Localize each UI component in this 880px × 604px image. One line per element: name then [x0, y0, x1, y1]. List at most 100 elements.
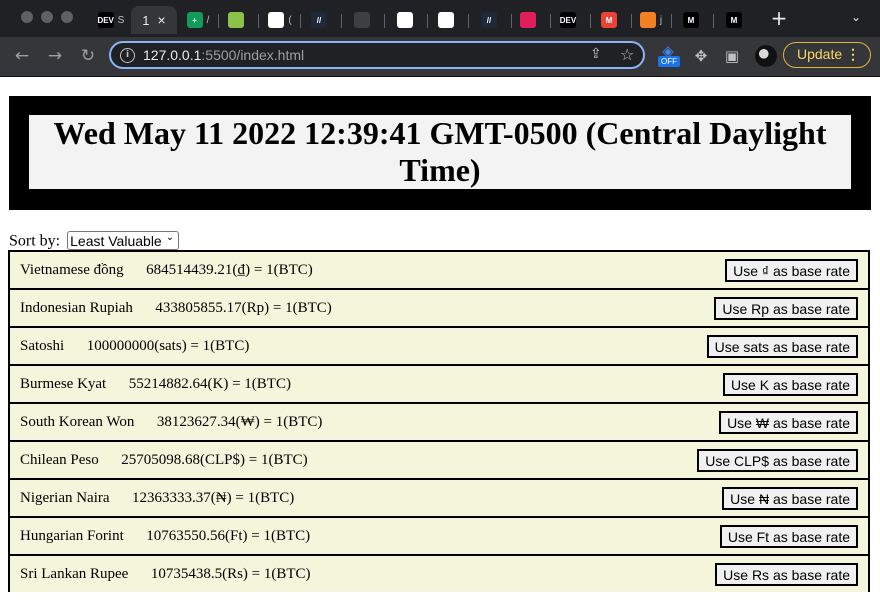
page-content: Wed May 11 2022 12:39:41 GMT-0500 (Centr… [0, 77, 880, 604]
browser-tab[interactable]: M [718, 6, 754, 34]
browser-tab[interactable]: M [593, 6, 629, 34]
tab-label: ( [288, 14, 292, 26]
rate-text: Nigerian Naira 12363333.37(₦) = 1(BTC) [20, 490, 295, 506]
tab-favicon-icon [520, 12, 536, 28]
back-button[interactable]: ← [11, 45, 33, 67]
sort-label: Sort by: [9, 232, 61, 250]
use-base-rate-button[interactable]: Use K as base rate [722, 373, 858, 396]
currency-name: Sri Lankan Rupee [20, 566, 129, 582]
browser-tab[interactable] [220, 6, 256, 34]
tab-label: / [206, 14, 210, 26]
tab-active[interactable]: 1 × [131, 6, 177, 34]
currency-symbol: ₩ [240, 414, 255, 430]
reload-button[interactable]: ↻ [77, 45, 99, 67]
browser-tab[interactable]: ( [262, 6, 298, 34]
currency-symbol: K [212, 376, 224, 392]
rate-text: Indonesian Rupiah 433805855.17(Rp) = 1(B… [20, 300, 332, 316]
tab-separator [258, 14, 259, 28]
btc-base: 1(BTC) [275, 414, 323, 430]
browser-tab[interactable]: j [633, 6, 669, 34]
tab-label: 1 [142, 12, 150, 28]
tab-favicon-icon: + [186, 12, 203, 28]
site-info-icon[interactable]: i [120, 48, 135, 63]
tab-separator [468, 14, 469, 28]
window-close-button[interactable] [21, 11, 33, 23]
tab-favicon-icon [228, 12, 244, 28]
tab-separator [590, 14, 591, 28]
update-button[interactable]: Update ⋮ [783, 42, 871, 68]
tab-favicon-icon: DEV [97, 12, 114, 28]
browser-tab[interactable] [512, 6, 548, 34]
btc-base: 1(BTC) [202, 338, 250, 354]
use-base-rate-button[interactable]: Use ₦ as base rate [722, 487, 858, 510]
bookmark-star-icon[interactable]: ☆ [620, 45, 634, 64]
rate-text: Satoshi 100000000(sats) = 1(BTC) [20, 338, 250, 354]
rate-amount: 12363333.37 [132, 490, 211, 506]
rate-text: South Korean Won 38123627.34(₩) = 1(BTC) [20, 414, 323, 430]
browser-tab[interactable]: DEV S [93, 6, 129, 34]
browser-tab[interactable]: M [675, 6, 711, 34]
browser-tab[interactable]: + / [180, 6, 216, 34]
rate-list: Vietnamese đồng 684514439.21(₫) = 1(BTC)… [8, 250, 870, 592]
browser-toolbar: ← → ↻ i 127.0.0.1:5500/index.html ⇪ ☆ ◈ … [0, 37, 880, 77]
sort-select-wrap: Least Valuable ⌄ [64, 231, 180, 251]
new-tab-button[interactable]: + [769, 8, 789, 28]
tab-label: S [117, 14, 125, 26]
currency-name: Satoshi [20, 338, 65, 354]
rate-text: Hungarian Forint 10763550.56(Ft) = 1(BTC… [20, 528, 311, 544]
use-base-rate-button[interactable]: Use CLP$ as base rate [697, 449, 858, 472]
tab-label: j [659, 14, 663, 26]
tab-separator [300, 14, 301, 28]
url-text[interactable]: 127.0.0.1:5500/index.html [143, 47, 304, 63]
currency-symbol: Ft [229, 528, 243, 544]
tab-favicon-icon [397, 12, 413, 28]
forward-button[interactable]: → [44, 45, 66, 67]
side-panel-icon[interactable]: ▣ [722, 46, 742, 66]
use-base-rate-button[interactable]: Use sats as base rate [706, 335, 858, 358]
window-zoom-button[interactable] [61, 11, 73, 23]
rate-text: Vietnamese đồng 684514439.21(₫) = 1(BTC) [20, 262, 313, 278]
window-minimize-button[interactable] [41, 11, 53, 23]
currency-name: Hungarian Forint [20, 528, 124, 544]
share-icon[interactable]: ⇪ [590, 46, 602, 62]
tab-separator [427, 14, 428, 28]
browser-tab[interactable] [346, 6, 382, 34]
browser-tab[interactable]: // [303, 6, 339, 34]
btc-base: 1(BTC) [260, 452, 308, 468]
tab-favicon-icon [354, 12, 370, 28]
use-base-rate-button[interactable]: Use ₫ as base rate [725, 259, 858, 282]
currency-name: Vietnamese đồng [20, 262, 124, 278]
tab-favicon-icon [438, 12, 454, 28]
btc-base: 1(BTC) [266, 262, 313, 278]
url-host: 127.0.0.1 [143, 47, 202, 63]
use-base-rate-button[interactable]: Use Ft as base rate [719, 525, 858, 548]
currency-symbol: Rs [227, 566, 243, 582]
rate-row: Nigerian Naira 12363333.37(₦) = 1(BTC) Us… [8, 478, 870, 516]
currency-name: Chilean Peso [20, 452, 99, 468]
currency-name: South Korean Won [20, 414, 135, 430]
use-base-rate-button[interactable]: Use Rp as base rate [714, 297, 858, 320]
tab-search-icon[interactable]: ⌄ [848, 10, 864, 26]
browser-tab[interactable]: // [473, 6, 509, 34]
currency-symbol: ₫ [237, 262, 246, 278]
browser-tab[interactable] [389, 6, 425, 34]
extensions-puzzle-icon[interactable]: ✥ [691, 46, 711, 66]
sort-select[interactable]: Least Valuable [67, 231, 180, 250]
address-bar[interactable]: i 127.0.0.1:5500/index.html ⇪ ☆ [109, 41, 645, 69]
tab-separator [550, 14, 551, 28]
tab-close-icon[interactable]: × [158, 12, 166, 28]
btc-base: 1(BTC) [263, 566, 311, 582]
currency-symbol: ₦ [215, 490, 227, 506]
update-label: Update [797, 46, 843, 62]
use-base-rate-button[interactable]: Use Rs as base rate [715, 563, 858, 586]
tab-separator [384, 14, 385, 28]
tab-favicon-icon: M [683, 12, 699, 28]
clock-frame: Wed May 11 2022 12:39:41 GMT-0500 (Centr… [9, 96, 871, 210]
browser-tab[interactable]: DEV [552, 6, 588, 34]
use-base-rate-button[interactable]: Use ₩ as base rate [719, 411, 858, 434]
profile-avatar[interactable] [755, 45, 777, 67]
url-path: :5500/index.html [201, 47, 305, 63]
tab-favicon-icon: DEV [560, 12, 576, 28]
browser-tab[interactable] [430, 6, 466, 34]
currency-name: Nigerian Naira [20, 490, 110, 506]
